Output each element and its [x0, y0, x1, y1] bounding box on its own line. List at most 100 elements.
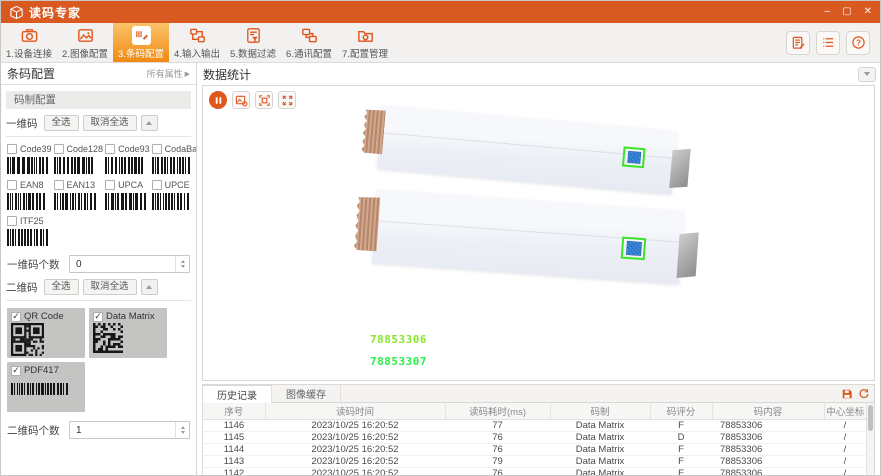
history-row[interactable]: 1146 2023/10/25 16:20:52 77 Data Matrix … [203, 419, 866, 431]
history-row[interactable]: 1145 2023/10/25 16:20:52 76 Data Matrix … [203, 431, 866, 443]
column-header[interactable]: 码制 [550, 403, 650, 419]
datamatrix-label [627, 151, 641, 164]
checkbox-upca[interactable] [105, 180, 115, 190]
oned-deselect-all-button[interactable]: 取消全选 [83, 115, 137, 131]
tab-image-config[interactable]: 2.图像配置 [57, 23, 113, 62]
checkbox-code93[interactable] [105, 144, 115, 154]
code-name: ITF25 [20, 216, 44, 226]
checkbox-upce[interactable] [152, 180, 162, 190]
code-name: EAN13 [67, 180, 96, 190]
oned-count-row: 一维码个数 0 [7, 255, 190, 273]
cell-time: 2023/10/25 16:20:52 [265, 467, 445, 475]
copper-tab [361, 109, 386, 155]
tile-qrcode[interactable]: QR Code [7, 308, 85, 358]
checkbox-qrcode[interactable] [11, 312, 21, 322]
checkbox-ean13[interactable] [54, 180, 64, 190]
code39-sample-image [7, 157, 52, 174]
code-name: CodaBar [165, 144, 197, 154]
twod-count-spinner[interactable]: 1 [69, 421, 190, 439]
table-scrollbar[interactable] [866, 403, 874, 475]
checkbox-pdf417[interactable] [11, 366, 21, 376]
tab-comm-config[interactable]: 6.通讯配置 [281, 23, 337, 62]
checkbox-ean8[interactable] [7, 180, 17, 190]
history-row[interactable]: 1144 2023/10/25 16:20:52 76 Data Matrix … [203, 443, 866, 455]
checkbox-codabar[interactable] [152, 144, 162, 154]
code-item-ean8[interactable]: EAN8 [7, 180, 52, 210]
product-top [377, 105, 677, 195]
cell-seq: 1145 [203, 431, 265, 443]
oned-count-spinner[interactable]: 0 [69, 255, 190, 273]
tab-device-connect[interactable]: 1.设备连接 [1, 23, 57, 62]
column-header[interactable]: 码评分 [650, 403, 712, 419]
code-item-upca[interactable]: UPCA [105, 180, 150, 210]
tab-input-output[interactable]: 4.输入输出 [169, 23, 225, 62]
clear-records-icon[interactable] [857, 387, 871, 401]
tab-history-records[interactable]: 历史记录 [203, 385, 272, 403]
all-properties-label: 所有属性 [147, 67, 183, 80]
tab-config-manage[interactable]: 7.配置管理 [337, 23, 393, 62]
help-button[interactable]: ? [846, 31, 870, 55]
tab-barcode-config[interactable]: 3.条码配置 [113, 23, 169, 62]
tab-label: 2.图像配置 [62, 46, 108, 60]
oned-select-all-button[interactable]: 全选 [44, 115, 79, 131]
checkbox-code39[interactable] [7, 144, 17, 154]
cell-symbology: Data Matrix [550, 443, 650, 455]
twod-select-all-button[interactable]: 全选 [44, 279, 79, 295]
decoded-result-1: 78853306 [370, 333, 427, 346]
silver-tab [669, 149, 690, 188]
tile-datamatrix[interactable]: Data Matrix [89, 308, 167, 358]
cell-time: 2023/10/25 16:20:52 [265, 431, 445, 443]
code-item-code39[interactable]: Code39 [7, 144, 52, 174]
twod-deselect-all-button[interactable]: 取消全选 [83, 279, 137, 295]
tab-data-filter[interactable]: 5.数据过滤 [225, 23, 281, 62]
log-report-button[interactable] [786, 31, 810, 55]
pause-button[interactable] [209, 91, 227, 109]
code-item-itf25[interactable]: ITF25 [7, 216, 52, 246]
history-row[interactable]: 1142 2023/10/25 16:20:52 76 Data Matrix … [203, 467, 866, 475]
stats-collapse-button[interactable] [858, 67, 876, 82]
scrollbar-thumb[interactable] [868, 405, 873, 431]
twod-collapse-button[interactable] [141, 279, 158, 295]
cell-grade: D [650, 431, 712, 443]
column-header[interactable]: 中心坐标 [824, 403, 866, 419]
fullscreen-button[interactable] [278, 91, 296, 109]
checkbox-datamatrix[interactable] [93, 312, 103, 322]
tab-image-cache[interactable]: 图像缓存 [272, 385, 341, 402]
column-header[interactable]: 读码时间 [265, 403, 445, 419]
fit-view-button[interactable] [255, 91, 273, 109]
column-header[interactable]: 序号 [203, 403, 265, 419]
maximize-button[interactable]: ▢ [842, 7, 851, 17]
list-view-button[interactable] [816, 31, 840, 55]
spinner-arrows[interactable] [175, 256, 189, 272]
code-item-code93[interactable]: Code93 [105, 144, 150, 174]
cell-elapsed: 79 [445, 455, 550, 467]
column-header[interactable]: 码内容 [712, 403, 824, 419]
tile-pdf417[interactable]: PDF417 [7, 362, 85, 412]
oned-collapse-button[interactable] [141, 115, 158, 131]
checkbox-itf25[interactable] [7, 216, 17, 226]
svg-text:?: ? [856, 38, 861, 47]
code-item-code128[interactable]: Code128 [54, 144, 104, 174]
history-row[interactable]: 1143 2023/10/25 16:20:52 79 Data Matrix … [203, 455, 866, 467]
cell-time: 2023/10/25 16:20:52 [265, 443, 445, 455]
code-item-codabar[interactable]: CodaBar [152, 144, 197, 174]
all-properties-link[interactable]: 所有属性 ▶ [147, 67, 190, 80]
code-item-ean13[interactable]: EAN13 [54, 180, 104, 210]
save-image-button[interactable] [232, 91, 250, 109]
app-window: 读码专家 – ▢ ✕ 1.设备连接 2.图像配置 3.条码配置 4.输入输出 5… [0, 0, 881, 476]
code-name: Code93 [118, 144, 150, 154]
close-button[interactable]: ✕ [864, 7, 872, 17]
cell-elapsed: 76 [445, 431, 550, 443]
cell-center: / [824, 455, 866, 467]
table-header-row: 序号 读码时间 读码耗时(ms) 码制 码评分 码内容 中心坐标 [203, 403, 866, 419]
minimize-button[interactable]: – [825, 7, 831, 17]
code-item-upce[interactable]: UPCE [152, 180, 197, 210]
save-records-icon[interactable] [840, 387, 854, 401]
tab-label: 4.输入输出 [174, 46, 220, 60]
cell-time: 2023/10/25 16:20:52 [265, 419, 445, 431]
spinner-arrows[interactable] [175, 422, 189, 438]
twod-count-value: 1 [70, 422, 175, 438]
checkbox-code128[interactable] [54, 144, 64, 154]
io-icon [188, 26, 207, 45]
column-header[interactable]: 读码耗时(ms) [445, 403, 550, 419]
